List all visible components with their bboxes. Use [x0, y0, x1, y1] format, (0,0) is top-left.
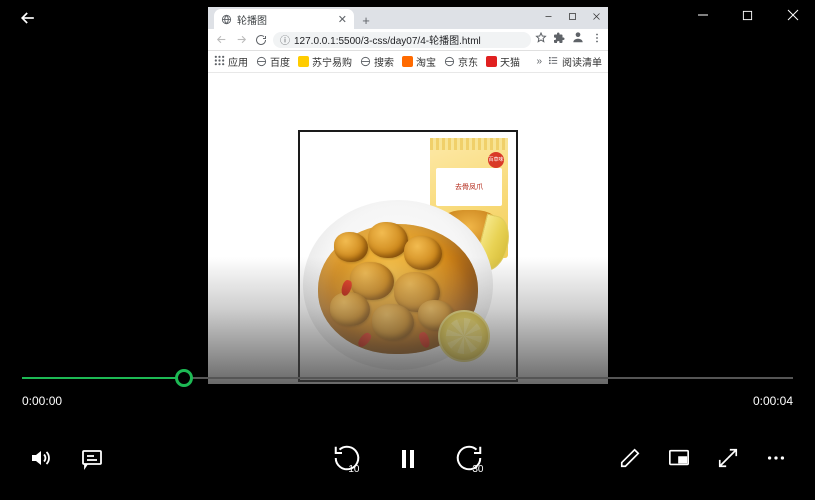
profile-icon[interactable]	[571, 30, 585, 49]
product-image: 百草味 去骨凤爪	[300, 132, 516, 380]
reading-list-button[interactable]: 阅读清单	[548, 54, 602, 69]
globe-icon	[221, 14, 232, 25]
site-icon	[298, 56, 309, 67]
apps-button[interactable]: 应用	[214, 54, 248, 69]
nav-forward-icon[interactable]	[233, 32, 249, 48]
apps-icon	[214, 55, 225, 69]
brand-badge: 百草味	[488, 152, 504, 168]
globe-icon	[360, 56, 371, 67]
bookmark-label: 天猫	[500, 54, 520, 69]
subtitles-icon[interactable]	[80, 446, 104, 470]
window-maximize-button[interactable]	[725, 0, 770, 30]
bookmark-item[interactable]: 京东	[444, 54, 478, 69]
url-bar[interactable]: ⓘ 127.0.0.1:5500/3-css/day07/4-轮播图.html	[273, 32, 531, 48]
window-close-button[interactable]	[770, 0, 815, 30]
more-icon[interactable]	[765, 447, 787, 469]
volume-icon[interactable]	[28, 446, 52, 470]
back-icon[interactable]	[18, 8, 38, 28]
skip-forward-button[interactable]: 30	[454, 443, 484, 473]
bookmark-label: 苏宁易购	[312, 54, 352, 69]
page-content: 百草味 去骨凤爪	[208, 73, 608, 384]
fullscreen-icon[interactable]	[717, 447, 739, 469]
site-icon	[486, 56, 497, 67]
carousel-frame[interactable]: 百草味 去骨凤爪	[298, 130, 518, 382]
bookmark-label: 百度	[270, 54, 290, 69]
menu-icon[interactable]	[591, 31, 603, 49]
bookmark-item[interactable]: 苏宁易购	[298, 54, 352, 69]
time-current: 0:00:00	[22, 394, 62, 408]
inner-minimize-button[interactable]	[536, 7, 560, 25]
progress-fill	[22, 377, 184, 379]
edit-icon[interactable]	[619, 447, 641, 469]
overflow-icon[interactable]: »	[536, 56, 542, 67]
tab-title: 轮播图	[237, 12, 333, 27]
reading-list-label: 阅读清单	[562, 54, 602, 69]
apps-label: 应用	[228, 54, 248, 69]
new-tab-button[interactable]: +	[357, 11, 375, 29]
bookmark-label: 京东	[458, 54, 478, 69]
browser-window: 轮播图 ✕ + ⓘ 127.0.0.1:5500/3-css/day07/4-轮…	[208, 7, 608, 384]
bookmark-item[interactable]: 搜索	[360, 54, 394, 69]
window-minimize-button[interactable]	[680, 0, 725, 30]
time-total: 0:00:04	[753, 394, 793, 408]
browser-tab-strip: 轮播图 ✕ +	[208, 7, 608, 29]
url-text: 127.0.0.1:5500/3-css/day07/4-轮播图.html	[294, 32, 481, 47]
bookmark-item[interactable]: 淘宝	[402, 54, 436, 69]
package-label: 去骨凤爪	[436, 168, 502, 206]
bookmark-item[interactable]: 百度	[256, 54, 290, 69]
mini-player-icon[interactable]	[667, 447, 691, 469]
player-controls: 0:00:00 0:00:04 10 30	[0, 370, 815, 500]
browser-toolbar: ⓘ 127.0.0.1:5500/3-css/day07/4-轮播图.html	[208, 29, 608, 51]
star-icon[interactable]	[535, 31, 547, 49]
extensions-icon[interactable]	[553, 31, 565, 49]
reload-icon[interactable]	[253, 32, 269, 48]
bookmark-item[interactable]: 天猫	[486, 54, 520, 69]
skip-fwd-label: 30	[472, 464, 483, 475]
tab-close-icon[interactable]: ✕	[338, 13, 347, 26]
inner-close-button[interactable]	[584, 7, 608, 25]
globe-icon	[256, 56, 267, 67]
package-label-text: 去骨凤爪	[455, 182, 483, 192]
site-icon	[402, 56, 413, 67]
skip-back-button[interactable]: 10	[332, 443, 362, 473]
nav-back-icon[interactable]	[213, 32, 229, 48]
inner-maximize-button[interactable]	[560, 7, 584, 25]
list-icon	[548, 55, 559, 69]
skip-back-label: 10	[348, 464, 359, 475]
pause-button[interactable]	[396, 444, 420, 472]
time-display: 0:00:00 0:00:04	[22, 394, 793, 408]
globe-icon	[444, 56, 455, 67]
progress-bar[interactable]	[22, 376, 793, 380]
site-info-icon[interactable]: ⓘ	[280, 32, 290, 47]
bookmark-label: 淘宝	[416, 54, 436, 69]
bookmarks-bar: 应用 百度 苏宁易购 搜索 淘宝 京东 天猫 » 阅读清单	[208, 51, 608, 73]
progress-thumb[interactable]	[175, 369, 193, 387]
browser-tab[interactable]: 轮播图 ✕	[214, 9, 354, 29]
bookmark-label: 搜索	[374, 54, 394, 69]
